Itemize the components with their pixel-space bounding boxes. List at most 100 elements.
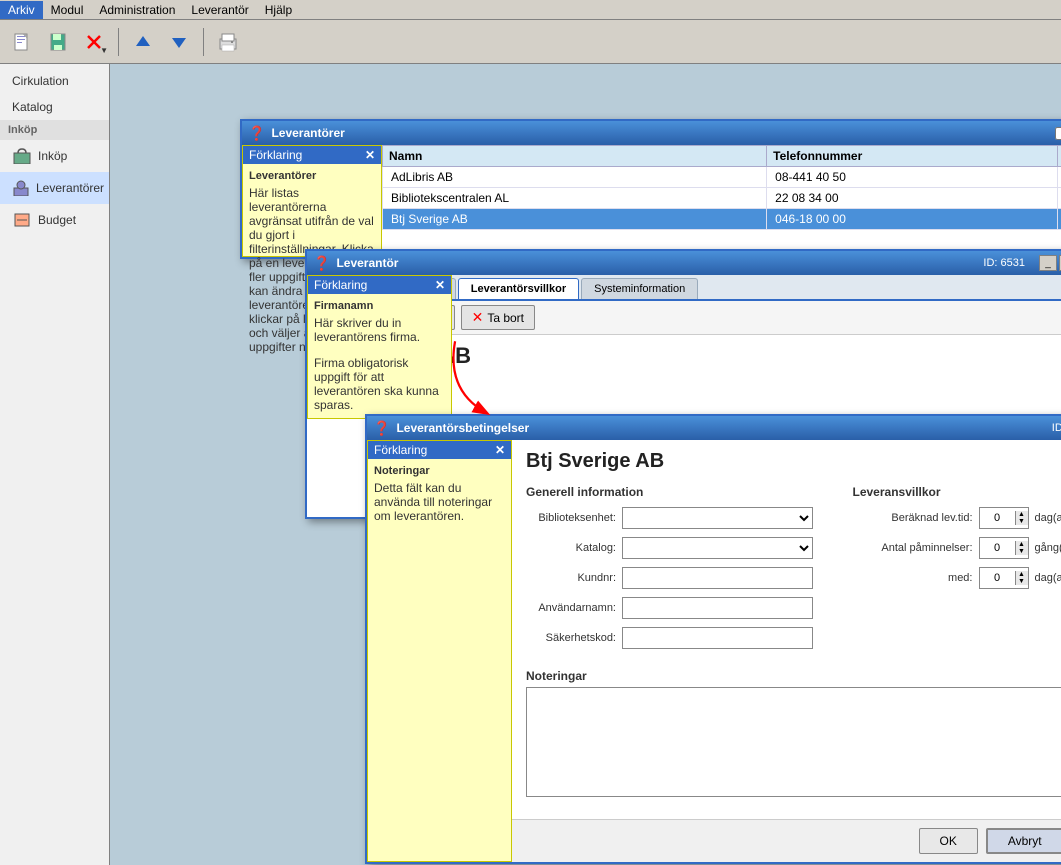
cirkulation-label: Cirkulation xyxy=(12,74,69,88)
forklaring-close-btn[interactable]: ✕ xyxy=(365,148,375,162)
menu-hjalp[interactable]: Hjälp xyxy=(257,1,300,19)
table-row[interactable]: Bibliotekscentralen AL 22 08 34 00 Os... xyxy=(383,188,1061,209)
menu-leverantor[interactable]: Leverantör xyxy=(183,1,256,19)
biblioteksenhet-select[interactable] xyxy=(622,507,813,529)
avbryt-button[interactable]: Avbryt xyxy=(986,828,1061,854)
antal-down-btn[interactable]: ▼ xyxy=(1016,548,1028,555)
suppliers-window: ❓ Leverantörer Visa inaktiva B... Förkla… xyxy=(240,119,1061,259)
cell-ort: ST... xyxy=(1057,167,1061,188)
generell-info-title: Generell information xyxy=(526,485,813,499)
up-button[interactable] xyxy=(127,26,159,58)
col-namn: Namn xyxy=(383,146,767,167)
leverantorer-icon xyxy=(12,178,30,198)
ok-button[interactable]: OK xyxy=(919,828,978,854)
antal-up-btn[interactable]: ▲ xyxy=(1016,541,1028,548)
leverantor-forklaring: Förklaring ✕ Firmanamn Här skriver du in… xyxy=(307,275,452,419)
kundnr-row: Kundnr: xyxy=(526,567,813,589)
sakerhetskod-input[interactable] xyxy=(622,627,813,649)
biblioteksenhet-row: Biblioteksenhet: xyxy=(526,507,813,529)
table-row[interactable]: AdLibris AB 08-441 40 50 ST... xyxy=(383,167,1061,188)
leverantor-fk-body: Firmanamn Här skriver du in leverantören… xyxy=(308,294,451,418)
sidebar-item-inkop[interactable]: Inköp xyxy=(0,140,109,172)
save-button[interactable] xyxy=(42,26,74,58)
cell-namn: Bibliotekscentralen AL xyxy=(383,188,767,209)
main-layout: Cirkulation Katalog Inköp Inköp Leverant… xyxy=(0,64,1061,865)
budget-icon xyxy=(12,210,32,230)
suppliers-table: Namn Telefonnummer Ort AdLibris AB 08-44… xyxy=(382,145,1061,230)
antal-value[interactable]: 0 xyxy=(980,540,1015,556)
beraknad-value[interactable]: 0 xyxy=(980,510,1015,526)
noteringar-section: Noteringar xyxy=(526,669,1061,800)
menu-administration[interactable]: Administration xyxy=(91,1,183,19)
betingelser-id: ID: 0 xyxy=(1052,422,1061,434)
beraknad-up-btn[interactable]: ▲ xyxy=(1016,511,1028,518)
betingelser-fk-body: Noteringar Detta fält kan du använda til… xyxy=(368,459,511,529)
col-telefon: Telefonnummer xyxy=(767,146,1057,167)
menu-arkiv[interactable]: Arkiv xyxy=(0,1,43,19)
ta-bort-button[interactable]: ✕ Ta bort xyxy=(461,305,535,330)
new-button[interactable] xyxy=(6,26,38,58)
delete-button[interactable]: ▼ xyxy=(78,26,110,58)
visa-inaktiva-checkbox[interactable] xyxy=(1055,127,1061,140)
cell-namn: AdLibris AB xyxy=(383,167,767,188)
betingelser-body: Förklaring ✕ Noteringar Detta fält kan d… xyxy=(367,440,1061,862)
anvandarnamn-input[interactable] xyxy=(622,597,813,619)
kundnr-input[interactable] xyxy=(622,567,813,589)
leverantor-fk-text: Här skriver du in leverantörens firma. xyxy=(314,316,445,344)
betingelser-window: ❓ Leverantörsbetingelser ID: 0 _ □ ✕ För… xyxy=(365,414,1061,864)
suppliers-title: Leverantörer xyxy=(271,126,1043,140)
anvandarnamn-label: Användarnamn: xyxy=(526,602,616,614)
cell-ort: Lu... xyxy=(1057,209,1061,230)
beraknad-down-btn[interactable]: ▼ xyxy=(1016,518,1028,525)
med-unit: dag(ars) intervall. xyxy=(1035,572,1061,584)
med-value[interactable]: 0 xyxy=(980,570,1015,586)
betingelser-help-icon: ❓ xyxy=(373,420,390,437)
col-ort: Ort xyxy=(1057,146,1061,167)
beraknad-spinbox: 0 ▲ ▼ xyxy=(979,507,1029,529)
ta-bort-label: Ta bort xyxy=(487,311,524,325)
betingelser-fk-close[interactable]: ✕ xyxy=(495,443,505,457)
med-down-btn[interactable]: ▼ xyxy=(1016,578,1028,585)
menubar: Arkiv Modul Administration Leverantör Hj… xyxy=(0,0,1061,20)
sidebar-item-leverantorer[interactable]: Leverantörer xyxy=(0,172,109,204)
leverantor-window-controls: _ □ ✕ xyxy=(1039,255,1061,271)
down-button[interactable] xyxy=(163,26,195,58)
toolbar-separator-2 xyxy=(203,28,204,56)
antal-label: Antal påminnelser: xyxy=(853,542,973,554)
leverantor-help-icon: ❓ xyxy=(313,255,330,272)
cell-namn: Btj Sverige AB xyxy=(383,209,767,230)
leverantor-fk-close[interactable]: ✕ xyxy=(435,278,445,292)
table-row-selected[interactable]: Btj Sverige AB 046-18 00 00 Lu... xyxy=(383,209,1061,230)
tab-leverantorsvillkor[interactable]: Leverantörsvillkor xyxy=(458,278,579,299)
betingelser-supplier-name: Btj Sverige AB xyxy=(526,450,1061,473)
toolbar-separator-1 xyxy=(118,28,119,56)
menu-modul[interactable]: Modul xyxy=(43,1,92,19)
sidebar-item-katalog[interactable]: Katalog xyxy=(0,94,109,120)
tab-systeminformation[interactable]: Systeminformation xyxy=(581,278,698,299)
betingelser-form-layout: Generell information Biblioteksenhet: Ka… xyxy=(526,485,1061,657)
inkop-icon xyxy=(12,146,32,166)
visa-inaktiva-area: Visa inaktiva xyxy=(1049,124,1061,142)
leverantor-titlebar[interactable]: ❓ Leverantör ID: 6531 _ □ ✕ xyxy=(307,251,1061,275)
katalog-label: Katalog xyxy=(12,100,53,114)
sakerhetskod-row: Säkerhetskod: xyxy=(526,627,813,649)
leverantor-minimize-btn[interactable]: _ xyxy=(1039,255,1057,271)
sidebar-item-budget[interactable]: Budget xyxy=(0,204,109,236)
sidebar-item-cirkulation[interactable]: Cirkulation xyxy=(0,68,109,94)
suppliers-titlebar[interactable]: ❓ Leverantörer Visa inaktiva B... xyxy=(242,121,1061,145)
katalog-select[interactable] xyxy=(622,537,813,559)
main-toolbar: ▼ xyxy=(0,20,1061,64)
leverantor-fk-label: Förklaring xyxy=(314,278,367,292)
beraknad-row: Beräknad lev.tid: 0 ▲ ▼ dag(ar). xyxy=(853,507,1061,529)
forklaring-title: Leverantörer xyxy=(249,170,375,182)
noteringar-textarea[interactable] xyxy=(526,687,1061,797)
leverantor-fk-title: Firmanamn xyxy=(314,300,445,312)
betingelser-titlebar[interactable]: ❓ Leverantörsbetingelser ID: 0 _ □ ✕ xyxy=(367,416,1061,440)
leveransvillkor-col: Leveransvillkor Beräknad lev.tid: 0 ▲ ▼ xyxy=(853,485,1061,657)
med-up-btn[interactable]: ▲ xyxy=(1016,571,1028,578)
med-spinbox-btns: ▲ ▼ xyxy=(1015,571,1028,585)
katalog-label: Katalog: xyxy=(526,542,616,554)
print-button[interactable] xyxy=(212,26,244,58)
betingelser-fk-text: Detta fält kan du använda till noteringa… xyxy=(374,481,505,523)
antal-unit: gång(er). xyxy=(1035,542,1061,554)
